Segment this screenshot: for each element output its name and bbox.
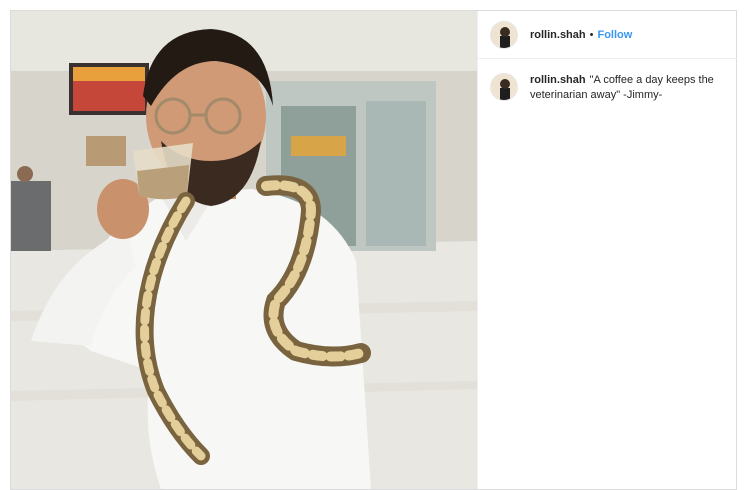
post-header: rollin.shah • Follow xyxy=(478,11,737,59)
caption-username-link[interactable]: rollin.shah xyxy=(530,74,586,86)
post-sidebar: rollin.shah • Follow rollin.shah "A coffe… xyxy=(477,11,737,489)
instagram-post-embed: rollin.shah • Follow rollin.shah "A coffe… xyxy=(10,10,737,490)
avatar-icon[interactable] xyxy=(490,20,518,49)
follow-button[interactable]: Follow xyxy=(597,29,632,41)
caption-row: rollin.shah "A coffee a day keeps the vet… xyxy=(478,59,737,103)
separator-dot: • xyxy=(589,28,594,41)
caption-text: rollin.shah "A coffee a day keeps the vet… xyxy=(530,73,725,103)
caption-avatar-icon[interactable] xyxy=(490,73,518,101)
photo-image xyxy=(11,11,477,489)
post-photo[interactable] xyxy=(11,11,477,489)
username-link[interactable]: rollin.shah xyxy=(530,29,586,41)
